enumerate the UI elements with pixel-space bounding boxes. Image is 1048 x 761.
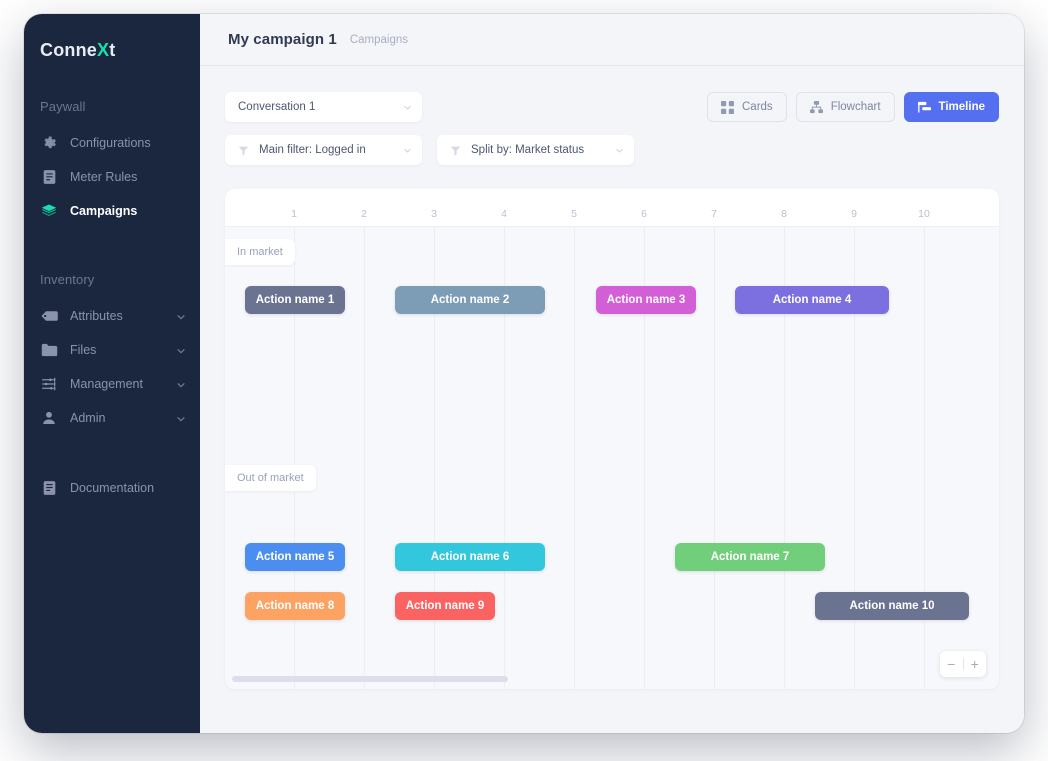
sidebar-item-configurations[interactable]: Configurations: [24, 126, 200, 160]
topbar: My campaign 1 Campaigns: [200, 14, 1024, 66]
conversation-select[interactable]: Conversation 1: [225, 92, 422, 122]
tag-icon: [40, 307, 58, 325]
sidebar-item-label: Management: [70, 377, 176, 391]
main-content: My campaign 1 Campaigns Conversation 1 M…: [200, 14, 1024, 733]
ruler-tick-label: 5: [571, 208, 577, 220]
horizontal-scrollbar-track[interactable]: [231, 676, 993, 682]
chevron-down-icon[interactable]: [176, 413, 186, 423]
view-btn-label: Flowchart: [831, 101, 881, 113]
ruler-tick-label: 10: [918, 208, 930, 220]
ruler-tick-label: 3: [431, 208, 437, 220]
chevron-down-icon[interactable]: [176, 379, 186, 389]
chevron-down-icon: [615, 146, 624, 155]
main-filter-select[interactable]: Main filter: Logged in: [225, 135, 422, 165]
timeline-action-bar[interactable]: Action name 10: [815, 592, 969, 620]
view-btn-cards[interactable]: Cards: [707, 92, 787, 122]
timeline-action-bar[interactable]: Action name 8: [245, 592, 345, 620]
sidebar-item-label: Meter Rules: [70, 170, 186, 184]
chevron-down-icon: [403, 103, 412, 112]
timeline-action-bar[interactable]: Action name 4: [735, 286, 889, 314]
sidebar-item-meter-rules[interactable]: Meter Rules: [24, 160, 200, 194]
gridline: [574, 227, 575, 689]
gridline: [714, 227, 715, 689]
gridline: [364, 227, 365, 689]
chevron-down-icon: [403, 146, 412, 155]
chevron-down-icon[interactable]: [176, 311, 186, 321]
gear-icon: [40, 134, 58, 152]
timeline-icon: [918, 101, 931, 114]
user-icon: [40, 409, 58, 427]
document-icon: [40, 168, 58, 186]
view-toggle-group: Cards Flowchart: [707, 92, 999, 122]
timeline-action-bar[interactable]: Action name 1: [245, 286, 345, 314]
logo-prefix: Conne: [40, 40, 97, 60]
sidebar-item-label: Campaigns: [70, 204, 186, 218]
lane-label: In market: [225, 239, 295, 265]
lane-label: Out of market: [225, 465, 316, 491]
flowchart-icon: [810, 101, 823, 114]
split-by-value: Split by: Market status: [471, 144, 607, 156]
sidebar-item-files[interactable]: Files: [24, 333, 200, 367]
timeline-canvas: 1 2 3 4 5 6 7 8 9 10 In market Out of market Action…: [225, 189, 999, 689]
ruler-tick-label: 1: [291, 208, 297, 220]
sliders-icon: [40, 375, 58, 393]
folder-icon: [40, 341, 58, 359]
sidebar-item-label: Documentation: [70, 481, 186, 495]
view-btn-label: Timeline: [939, 101, 985, 113]
sidebar-item-campaigns[interactable]: Campaigns: [24, 194, 200, 228]
ruler-tick-label: 6: [641, 208, 647, 220]
controls-bar: Conversation 1 Main filter: Logged in: [200, 66, 1024, 165]
nav-group-title-paywall: Paywall: [24, 99, 200, 114]
sidebar-item-label: Configurations: [70, 136, 186, 150]
timeline-action-bar[interactable]: Action name 2: [395, 286, 545, 314]
split-by-select[interactable]: Split by: Market status: [437, 135, 634, 165]
sidebar-item-label: Admin: [70, 411, 176, 425]
timeline-grid: In market Out of market Action name 1 Actio…: [225, 227, 999, 689]
chevron-down-icon[interactable]: [176, 345, 186, 355]
sidebar-item-admin[interactable]: Admin: [24, 401, 200, 435]
timeline-action-bar[interactable]: Action name 7: [675, 543, 825, 571]
nav-group-title-inventory: Inventory: [24, 272, 200, 287]
layers-icon: [40, 202, 58, 220]
page-title: My campaign 1: [228, 31, 337, 48]
sidebar-item-documentation[interactable]: Documentation: [24, 471, 200, 505]
timeline-ruler: 1 2 3 4 5 6 7 8 9 10: [225, 189, 999, 227]
filter-icon: [450, 145, 461, 156]
zoom-out-button[interactable]: −: [940, 651, 963, 677]
view-btn-flowchart[interactable]: Flowchart: [796, 92, 895, 122]
main-filter-value: Main filter: Logged in: [259, 144, 395, 156]
logo-accent: X: [97, 40, 109, 60]
book-icon: [40, 479, 58, 497]
logo-suffix: t: [109, 40, 115, 60]
timeline-action-bar[interactable]: Action name 5: [245, 543, 345, 571]
app-logo[interactable]: ConneXt: [24, 30, 200, 61]
ruler-tick-label: 4: [501, 208, 507, 220]
ruler-tick-label: 7: [711, 208, 717, 220]
zoom-controls: − +: [940, 651, 986, 677]
filter-icon: [238, 145, 249, 156]
timeline-action-bar[interactable]: Action name 3: [596, 286, 696, 314]
conversation-select-value: Conversation 1: [238, 101, 395, 113]
sidebar-item-attributes[interactable]: Attributes: [24, 299, 200, 333]
ruler-tick-label: 9: [851, 208, 857, 220]
cards-icon: [721, 101, 734, 114]
controls-row-filters: Main filter: Logged in Split by: Market …: [225, 135, 999, 165]
ruler-tick-label: 2: [361, 208, 367, 220]
app-window: ConneXt Paywall Configurations: [24, 14, 1024, 733]
sidebar-item-label: Attributes: [70, 309, 176, 323]
sidebar: ConneXt Paywall Configurations: [24, 14, 200, 733]
ruler-tick-label: 8: [781, 208, 787, 220]
breadcrumb[interactable]: Campaigns: [350, 34, 408, 46]
zoom-in-button[interactable]: +: [964, 651, 987, 677]
view-btn-timeline[interactable]: Timeline: [904, 92, 999, 122]
timeline-action-bar[interactable]: Action name 9: [395, 592, 495, 620]
sidebar-item-label: Files: [70, 343, 176, 357]
view-btn-label: Cards: [742, 101, 773, 113]
horizontal-scrollbar-thumb[interactable]: [232, 676, 508, 682]
timeline-action-bar[interactable]: Action name 6: [395, 543, 545, 571]
sidebar-item-management[interactable]: Management: [24, 367, 200, 401]
